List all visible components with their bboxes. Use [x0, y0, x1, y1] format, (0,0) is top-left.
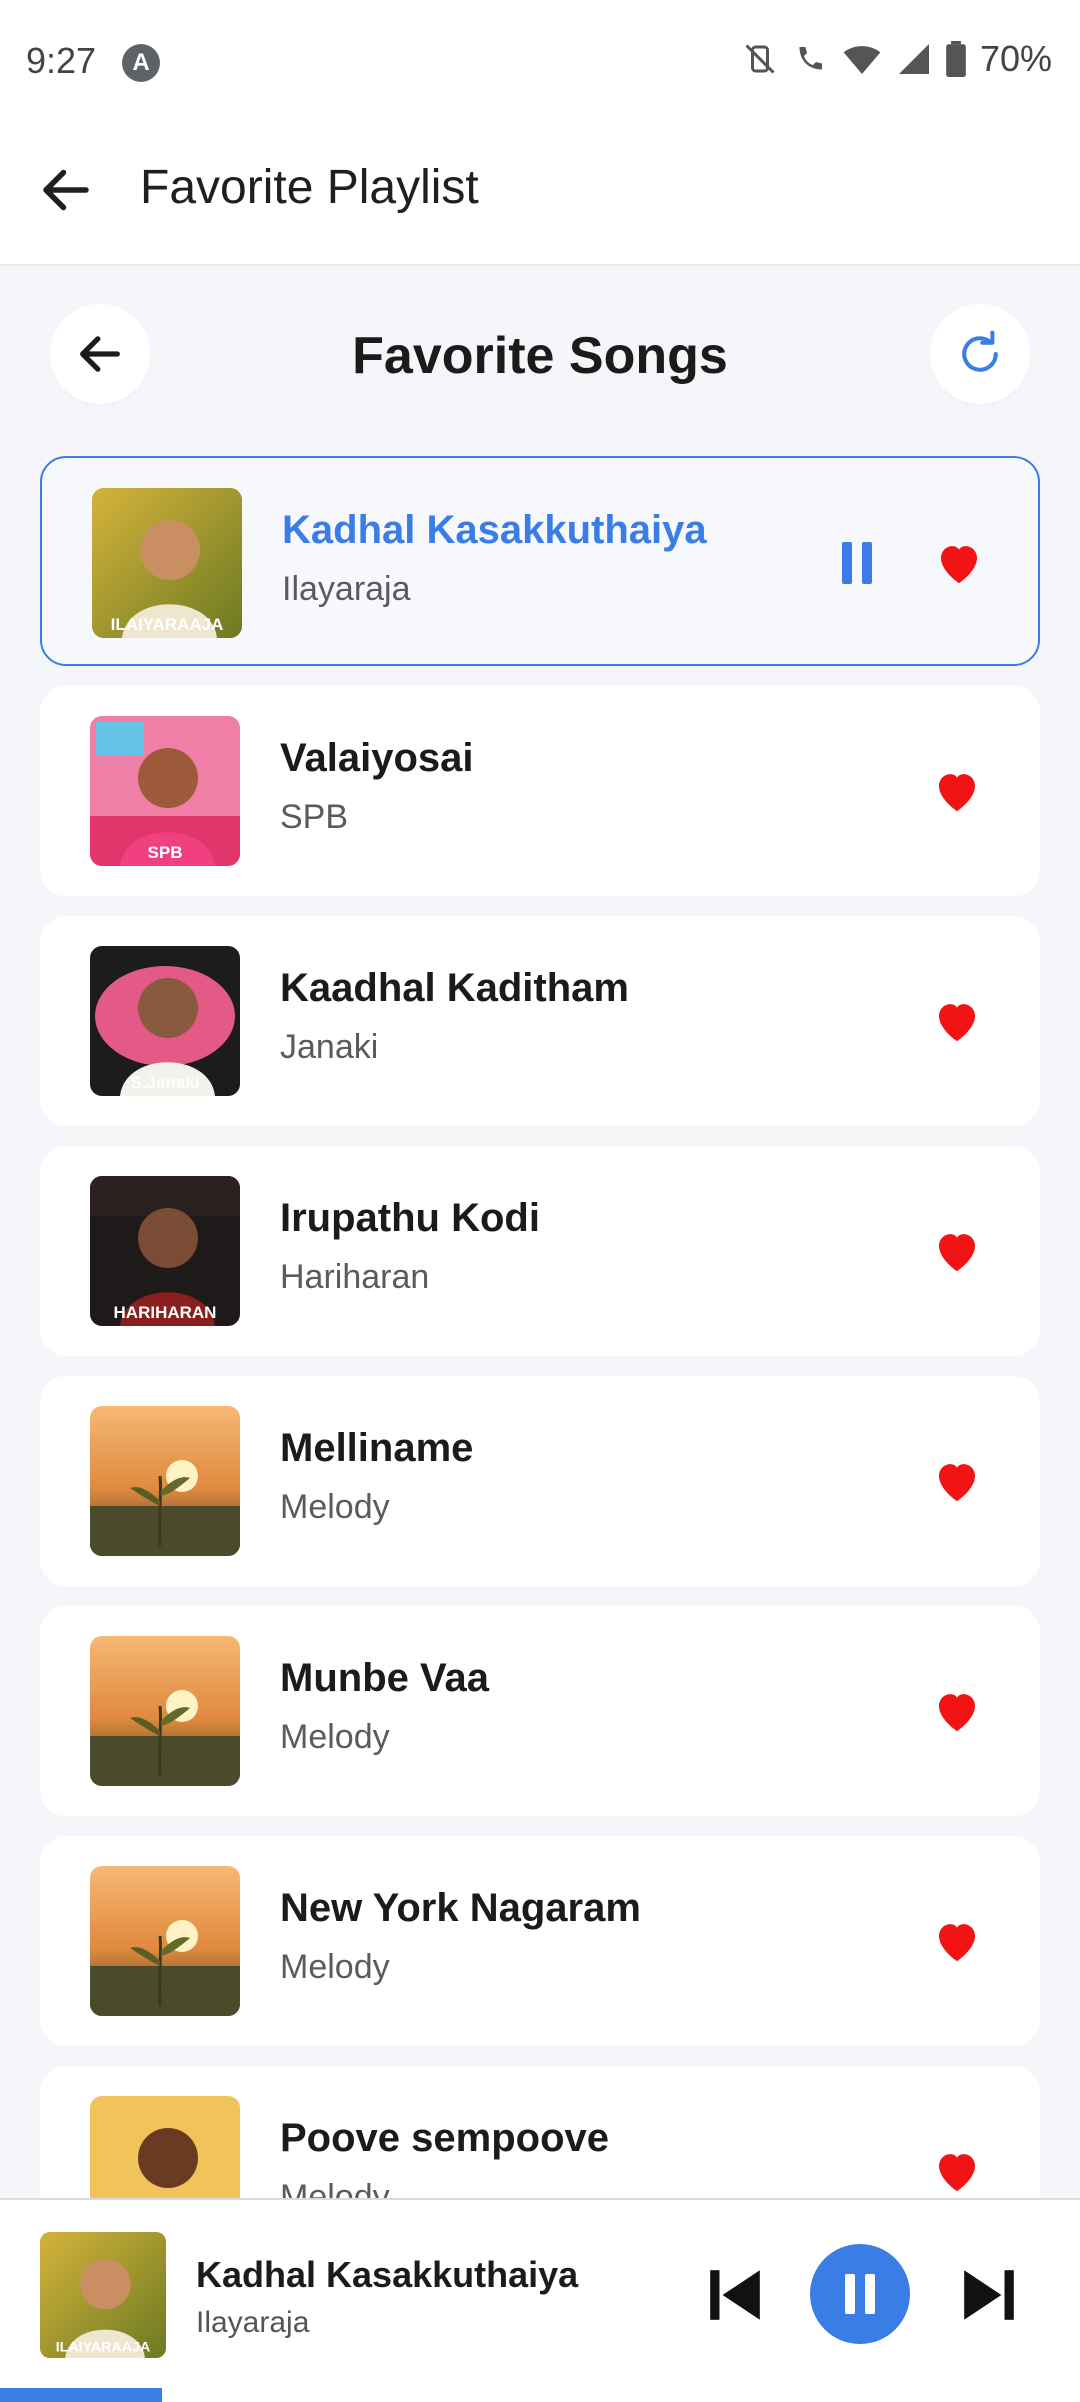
favorite-toggle-button[interactable] — [932, 536, 986, 590]
song-title: Melliname — [280, 1426, 474, 1470]
player-artist: Ilayaraja — [196, 2306, 310, 2339]
pause-icon — [842, 542, 852, 584]
player-album-art: ILAIYARAAJA — [40, 2232, 166, 2358]
song-artist: Hariharan — [280, 1258, 430, 1296]
pause-icon-bar — [862, 542, 872, 584]
song-artist: Melody — [280, 1488, 390, 1526]
song-card[interactable]: HARIHARAN Irupathu Kodi Hariharan — [40, 1146, 1040, 1356]
heart-icon — [939, 1004, 975, 1042]
wifi-icon — [843, 46, 881, 74]
song-album-art: ILAIYARAAJA — [92, 488, 242, 638]
pause-bar-left — [845, 2274, 855, 2314]
album-art-caption: S.Janaki — [131, 1073, 200, 1092]
song-title: Kadhal Kasakkuthaiya — [282, 508, 707, 552]
refresh-button[interactable] — [930, 304, 1030, 404]
favorite-songs-list[interactable]: ILAIYARAAJA Kadhal Kasakkuthaiya Ilayaraja… — [40, 456, 1040, 2198]
song-artist: Melody — [280, 1948, 390, 1986]
heart-icon — [939, 1694, 975, 1732]
song-card[interactable]: Melliname Melody — [40, 1376, 1040, 1586]
favorite-toggle-button[interactable] — [930, 1224, 984, 1278]
app-bar: Favorite Playlist — [0, 124, 1080, 266]
vibrate-off-icon — [745, 44, 775, 74]
song-title: Valaiyosai — [280, 736, 474, 780]
heart-icon — [939, 2154, 975, 2192]
page-heading: Favorite Songs — [352, 327, 728, 385]
song-album-art — [90, 2096, 240, 2198]
song-album-art — [90, 1406, 240, 1556]
song-card[interactable]: New York Nagaram Melody — [40, 1836, 1040, 2046]
favorite-toggle-button[interactable] — [930, 764, 984, 818]
launcher-status-icon: A — [122, 44, 160, 82]
refresh-icon — [962, 330, 998, 372]
next-button[interactable] — [964, 2264, 1014, 2326]
song-artist: SPB — [280, 798, 349, 836]
song-artist: Melody — [280, 1718, 390, 1756]
song-card[interactable]: S.Janaki Kaadhal Kaditham Janaki — [40, 916, 1040, 1126]
pause-button[interactable] — [810, 2244, 910, 2344]
battery-percentage: 70% — [979, 38, 1052, 79]
previous-button[interactable] — [710, 2264, 760, 2326]
heart-icon — [941, 546, 977, 584]
pause-bar-right — [865, 2274, 875, 2314]
skip-next-icon — [964, 2270, 1014, 2320]
song-album-art: SPB — [90, 716, 240, 866]
arrow-left-icon — [43, 169, 89, 211]
battery-icon — [946, 41, 966, 77]
heart-icon — [939, 1464, 975, 1502]
appbar-back-button[interactable] — [36, 160, 96, 220]
song-artist: Melody — [280, 2178, 390, 2198]
favorite-toggle-button[interactable] — [930, 994, 984, 1048]
status-bar: 9:27 A 70% — [0, 0, 1080, 124]
song-artist: Janaki — [280, 1028, 379, 1066]
favorite-toggle-button[interactable] — [930, 2144, 984, 2198]
song-title: Munbe Vaa — [280, 1656, 489, 1700]
song-artist: Ilayaraja — [282, 570, 411, 608]
album-art-caption: SPB — [148, 843, 183, 862]
song-album-art — [90, 1866, 240, 2016]
song-album-art: HARIHARAN — [90, 1176, 240, 1326]
skip-previous-icon — [710, 2270, 760, 2320]
favorite-toggle-button[interactable] — [930, 1914, 984, 1968]
album-art-caption: HARIHARAN — [114, 1303, 217, 1322]
song-title: Irupathu Kodi — [280, 1196, 540, 1240]
song-album-art — [90, 1636, 240, 1786]
wifi-calling-icon — [799, 47, 822, 70]
heart-icon — [939, 1924, 975, 1962]
appbar-title: Favorite Playlist — [140, 161, 479, 214]
album-art-caption: ILAIYARAAJA — [111, 615, 224, 634]
song-title: New York Nagaram — [280, 1886, 641, 1930]
status-icons: 70% — [742, 38, 1052, 80]
song-card-now-playing[interactable]: ILAIYARAAJA Kadhal Kasakkuthaiya Ilayaraja — [40, 456, 1040, 666]
song-album-art: S.Janaki — [90, 946, 240, 1096]
song-title: Poove sempoove — [280, 2116, 610, 2160]
player-song-title: Kadhal Kasakkuthaiya — [196, 2254, 579, 2295]
song-card[interactable]: SPB Valaiyosai SPB — [40, 686, 1040, 896]
player-art-caption: ILAIYARAAJA — [56, 2339, 151, 2355]
heart-icon — [939, 1234, 975, 1272]
heart-icon — [939, 774, 975, 812]
signal-icon — [898, 44, 929, 74]
favorite-toggle-button[interactable] — [930, 1684, 984, 1738]
song-pause-button[interactable] — [832, 538, 882, 588]
favorite-toggle-button[interactable] — [930, 1454, 984, 1508]
status-time: 9:27 — [26, 40, 97, 81]
song-card[interactable]: Poove sempoove Melody — [40, 2066, 1040, 2198]
mini-player[interactable]: ILAIYARAAJA Kadhal Kasakkuthaiya Ilayara… — [0, 2198, 1080, 2402]
song-card[interactable]: Munbe Vaa Melody — [40, 1606, 1040, 1816]
song-title: Kaadhal Kaditham — [280, 966, 629, 1010]
